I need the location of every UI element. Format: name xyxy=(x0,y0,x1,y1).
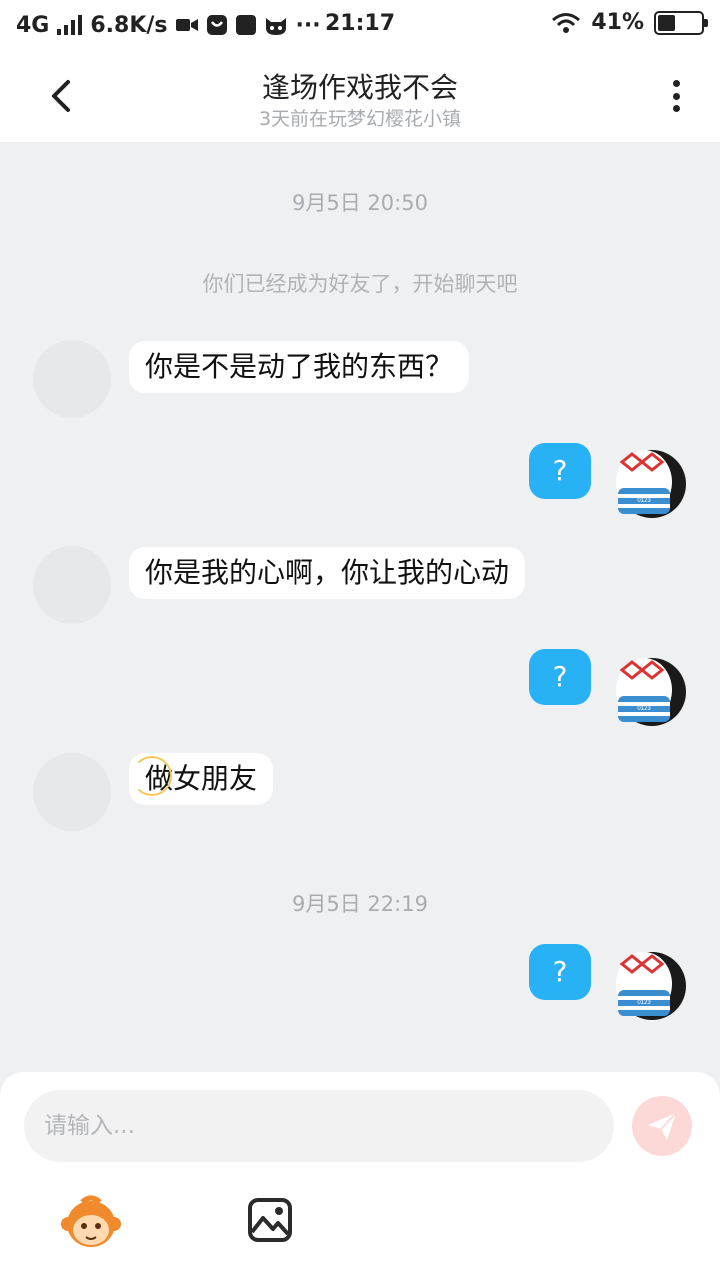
battery-percent: 41% xyxy=(591,10,644,35)
outgoing-message-bubble[interactable]: ? xyxy=(529,649,591,705)
image-button[interactable] xyxy=(246,1196,294,1244)
avatar-badge-text: 0123 xyxy=(637,706,651,712)
app-square-icon xyxy=(235,15,256,35)
wifi-icon xyxy=(552,12,581,33)
contact-avatar[interactable] xyxy=(33,753,111,831)
shopping-bag-icon xyxy=(206,15,227,35)
avatar-badge-text: 0123 xyxy=(637,1000,651,1006)
system-message: 你们已经成为好友了，开始聊天吧 xyxy=(202,272,518,296)
more-dot xyxy=(672,92,680,100)
incoming-message-bubble[interactable]: 你是不是动了我的东西？ xyxy=(129,341,470,393)
contact-name: 逢场作戏我不会 xyxy=(261,71,458,104)
incoming-message-bubble[interactable]: 你是我的心啊，你让我的心动 xyxy=(129,547,526,599)
more-dot xyxy=(672,105,680,112)
contact-avatar[interactable] xyxy=(33,546,111,624)
network-speed: 6.8K/s xyxy=(90,12,168,38)
message-timestamp: 9月5日 22:19 xyxy=(292,892,428,916)
message-input[interactable] xyxy=(24,1090,614,1162)
video-camera-icon xyxy=(175,19,198,31)
panda-avatar-icon[interactable]: 0123 xyxy=(608,648,688,728)
panda-avatar-icon[interactable]: 0123 xyxy=(608,440,688,520)
more-options-button[interactable] xyxy=(660,76,692,116)
signal-icon xyxy=(57,15,83,35)
outgoing-message-bubble[interactable]: ? xyxy=(529,443,591,499)
image-icon xyxy=(248,1198,292,1242)
send-button[interactable] xyxy=(632,1096,692,1156)
chat-header: 逢场作戏我不会 3天前在玩梦幻樱花小镇 xyxy=(0,50,720,142)
outgoing-message-bubble[interactable]: ? xyxy=(529,944,591,1000)
status-bar: 4G 6.8K/s ··· 21:17 41% xyxy=(0,0,720,50)
loading-spinner-icon xyxy=(132,756,172,796)
monkey-face-icon xyxy=(61,1195,121,1247)
paper-plane-icon xyxy=(648,1112,677,1140)
message-composer xyxy=(0,1072,720,1280)
avatar-badge-text: 0123 xyxy=(637,498,651,504)
more-notifications-indicator: ··· xyxy=(295,12,321,38)
chat-messages[interactable]: 9月5日 20:50 你们已经成为好友了，开始聊天吧 你是不是动了我的东西？ ?… xyxy=(0,142,720,1072)
panda-avatar-icon[interactable]: 0123 xyxy=(608,942,688,1022)
more-vertical-icon xyxy=(672,80,680,87)
battery-icon xyxy=(654,10,708,35)
cat-face-icon xyxy=(265,18,286,35)
battery-level xyxy=(658,14,676,31)
emoji-button[interactable] xyxy=(60,1194,122,1250)
contact-status: 3天前在玩梦幻樱花小镇 xyxy=(258,108,462,130)
contact-avatar[interactable] xyxy=(33,340,111,418)
network-type: 4G xyxy=(16,12,50,38)
message-timestamp: 9月5日 20:50 xyxy=(292,191,428,215)
